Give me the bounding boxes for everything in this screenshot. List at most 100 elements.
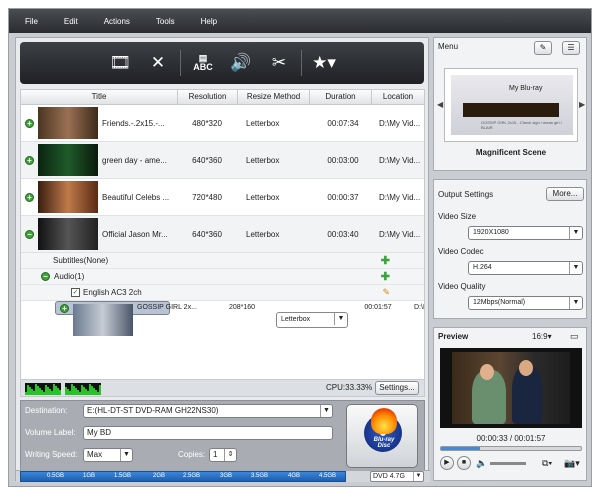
track-checkbox[interactable]: ✓ bbox=[71, 288, 80, 297]
col-resolution[interactable]: Resolution bbox=[178, 90, 238, 104]
video-thumbnail bbox=[38, 218, 98, 250]
audio-track-label: English AC3 2ch bbox=[83, 288, 142, 297]
menu-tools[interactable]: Tools bbox=[156, 17, 175, 26]
audio-icon[interactable]: 🔊 bbox=[226, 48, 256, 78]
expand-icon[interactable]: + bbox=[25, 192, 34, 202]
status-bar: CPU:33.33% Settings... bbox=[20, 379, 425, 397]
more-settings-button[interactable]: More... bbox=[546, 187, 584, 201]
video-codec-value: H.264 bbox=[473, 264, 492, 271]
next-arrow-icon[interactable]: ▶ bbox=[579, 100, 585, 109]
col-location[interactable]: Location bbox=[372, 90, 424, 104]
collapse-icon[interactable]: − bbox=[41, 272, 50, 281]
film-strip bbox=[463, 103, 559, 117]
file-list: + Friends.-.2x15.-... 480*320 Letterbox … bbox=[20, 105, 425, 385]
preview-title: Preview bbox=[438, 332, 469, 341]
table-row[interactable]: + green day - ame... 640*360 Letterbox 0… bbox=[21, 142, 424, 179]
writing-speed-select[interactable]: Max ▼ bbox=[83, 448, 133, 462]
edit-menu-icon[interactable]: ✎ bbox=[534, 41, 552, 55]
toolbar-divider bbox=[301, 50, 302, 76]
trim-scissors-icon[interactable]: ✂ bbox=[264, 48, 294, 78]
destination-select[interactable]: E:(HL-DT-ST DVD-RAM GH22NS30) ▼ bbox=[83, 404, 333, 418]
video-frame bbox=[452, 352, 570, 424]
seek-progress bbox=[441, 447, 481, 450]
delete-icon[interactable]: ✕ bbox=[143, 48, 173, 78]
video-quality-select[interactable]: 12Mbps(Normal) ▼ bbox=[468, 296, 583, 310]
resize-method-value: Letterbox bbox=[281, 316, 311, 323]
row-duration: 00:07:34 bbox=[327, 118, 359, 128]
chevron-down-icon: ▼ bbox=[569, 297, 582, 309]
waveform-right bbox=[65, 383, 101, 395]
aspect-ratio-select[interactable]: 16:9▾ bbox=[532, 332, 552, 341]
expand-icon[interactable]: + bbox=[25, 155, 34, 165]
col-duration[interactable]: Duration bbox=[310, 90, 372, 104]
main-panel: 🎞 ✕ ▤ ABC 🔊 ✂ ★▾ Title Resolution Resize … bbox=[15, 37, 430, 482]
burn-button[interactable]: Blu-ray Disc bbox=[346, 404, 418, 468]
table-row[interactable]: + Beautiful Celebs ... 720*480 Letterbox… bbox=[21, 179, 424, 216]
copies-stepper[interactable]: 1 ⇕ bbox=[209, 448, 237, 462]
add-audio-icon[interactable]: ✚ bbox=[381, 270, 390, 283]
table-row[interactable]: + Friends.-.2x15.-... 480*320 Letterbox … bbox=[21, 105, 424, 142]
row-resolution: 640*360 bbox=[192, 229, 222, 239]
person-face bbox=[480, 364, 494, 380]
col-resize-method[interactable]: Resize Method bbox=[238, 90, 310, 104]
video-size-select[interactable]: 1920X1080 ▼ bbox=[468, 226, 583, 240]
subtitle-icon[interactable]: ▤ ABC bbox=[188, 48, 218, 78]
settings-button[interactable]: Settings... bbox=[375, 381, 419, 395]
menu-actions[interactable]: Actions bbox=[104, 17, 130, 26]
row-location: D:\My Vid... bbox=[379, 229, 421, 239]
row-duration: 00:03:40 bbox=[327, 229, 359, 239]
effects-star-icon[interactable]: ★▾ bbox=[309, 48, 339, 78]
audio-track-row[interactable]: ✓ English AC3 2ch ✎ bbox=[21, 285, 424, 301]
capacity-tick: 1GB bbox=[83, 473, 96, 479]
play-icon[interactable]: ▶ bbox=[440, 456, 454, 470]
snapshot-icon[interactable]: ⧉▾ bbox=[542, 458, 552, 469]
video-size-value: 1920X1080 bbox=[473, 229, 509, 236]
expand-icon[interactable]: + bbox=[25, 118, 34, 128]
row-resolution: 640*360 bbox=[192, 155, 222, 165]
menu-file[interactable]: File bbox=[25, 17, 38, 26]
row-resize-method: Letterbox bbox=[246, 118, 280, 128]
prev-arrow-icon[interactable]: ◀ bbox=[437, 100, 443, 109]
bluray-logo: Blu-ray Disc bbox=[373, 437, 395, 449]
camera-icon[interactable]: 📷▾ bbox=[564, 458, 580, 469]
seek-bar[interactable] bbox=[440, 446, 582, 451]
capacity-tick: 2GB bbox=[153, 473, 166, 479]
table-row[interactable]: − Official Jason Mr... 640*360 Letterbox… bbox=[21, 216, 424, 253]
volume-icon[interactable]: 🔈 bbox=[476, 458, 487, 469]
row-resize-method: Letterbox bbox=[246, 155, 280, 165]
menu-bar: File Edit Actions Tools Help bbox=[9, 9, 591, 33]
table-row-selected[interactable]: + GOSSIP GIRL 2x... 208*160 Letterbox ▼ … bbox=[55, 301, 424, 336]
screenshot-icon[interactable]: ▭ bbox=[570, 331, 579, 342]
add-subtitle-icon[interactable]: ✚ bbox=[381, 254, 390, 267]
add-video-icon[interactable]: 🎞 bbox=[105, 48, 135, 78]
subtitles-row[interactable]: Subtitles(None) ✚ bbox=[21, 253, 424, 269]
video-size-label: Video Size bbox=[438, 212, 477, 221]
disc-type-select[interactable]: DVD 4.7G ▼ bbox=[370, 471, 424, 482]
menu-panel: Menu ✎ ☰ ◀ My Blu-ray GOSSIP GIRL 2x15 -… bbox=[433, 37, 587, 171]
output-settings-panel: Output Settings More... Video Size 1920X… bbox=[433, 179, 587, 319]
edit-pencil-icon[interactable]: ✎ bbox=[382, 287, 390, 298]
expand-icon[interactable]: + bbox=[60, 303, 69, 313]
col-title[interactable]: Title bbox=[21, 90, 178, 104]
output-settings-title: Output Settings bbox=[438, 190, 494, 199]
audio-row[interactable]: − Audio(1) ✚ bbox=[21, 269, 424, 285]
video-quality-value: 12Mbps(Normal) bbox=[473, 299, 526, 306]
waveform-bar bbox=[59, 390, 61, 395]
video-codec-select[interactable]: H.264 ▼ bbox=[468, 261, 583, 275]
menu-edit[interactable]: Edit bbox=[64, 17, 78, 26]
list-icon[interactable]: ☰ bbox=[562, 41, 580, 55]
volume-label-input[interactable]: My BD bbox=[83, 426, 333, 440]
capacity-bar: 0.5GB 1GB 1.5GB 2GB 2.5GB 3GB 3.5GB 4GB … bbox=[16, 470, 430, 482]
chevron-down-icon: ▼ bbox=[413, 472, 423, 481]
menu-help[interactable]: Help bbox=[201, 17, 217, 26]
volume-slider[interactable] bbox=[490, 462, 526, 465]
stop-icon[interactable]: ■ bbox=[457, 456, 471, 470]
capacity-tick: 3.5GB bbox=[251, 473, 269, 479]
resize-method-select[interactable]: Letterbox ▼ bbox=[276, 312, 348, 328]
collapse-icon[interactable]: − bbox=[25, 229, 34, 239]
row-location: D:\My Vid... bbox=[379, 118, 421, 128]
writing-speed-value: Max bbox=[87, 450, 103, 459]
playback-time: 00:00:33 / 00:01:57 bbox=[476, 434, 546, 443]
row-duration: 00:03:00 bbox=[327, 155, 359, 165]
writing-speed-label: Writing Speed: bbox=[25, 450, 78, 459]
